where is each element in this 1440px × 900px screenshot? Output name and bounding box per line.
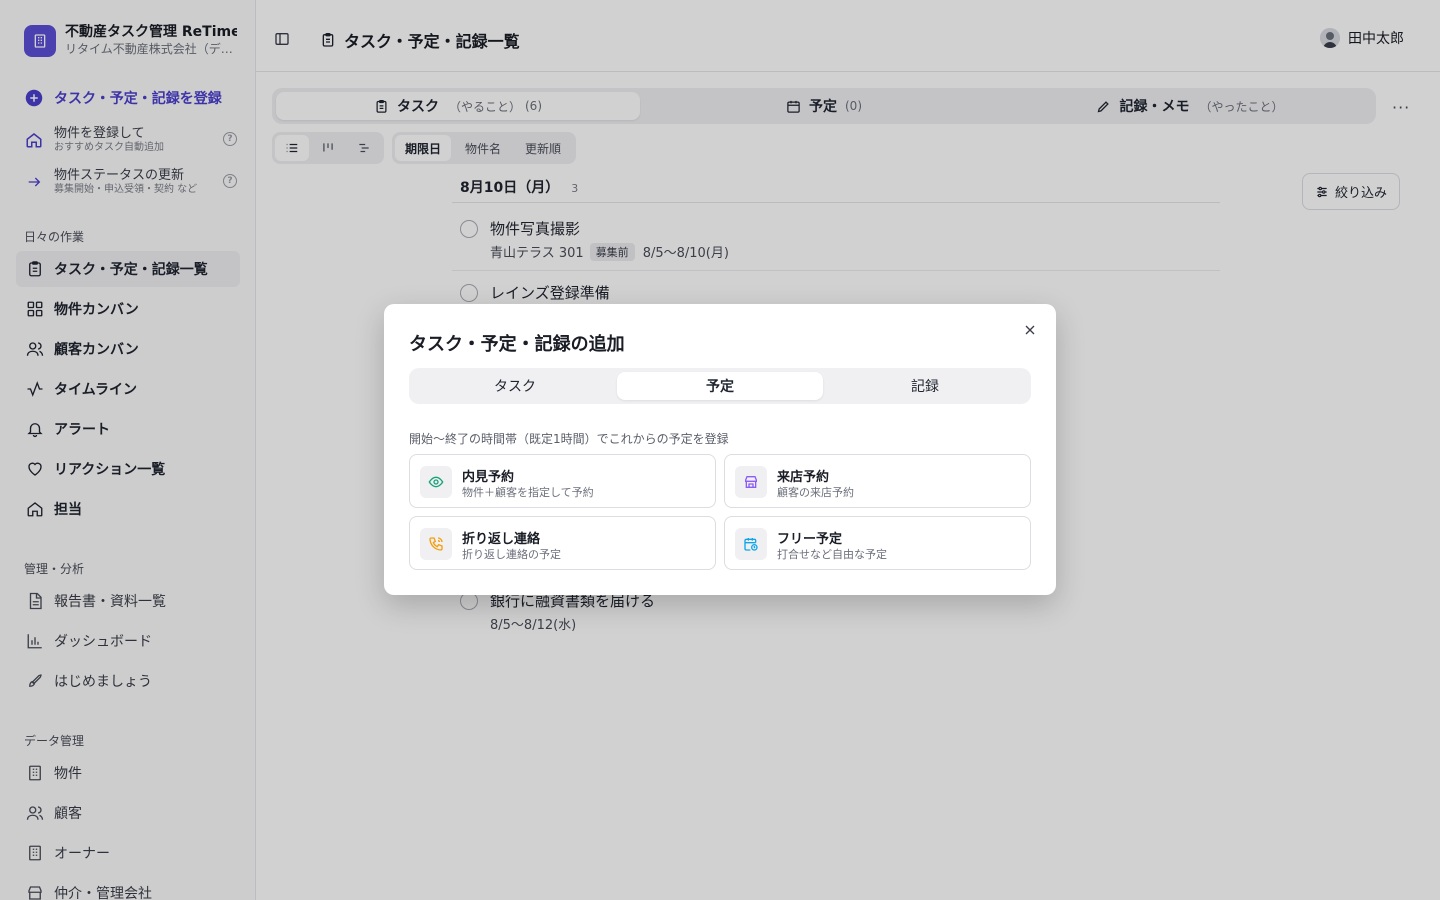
dialog-tab-record[interactable]: 記録 [822,372,1028,400]
viewing-reservation-card[interactable]: 内見予約 物件＋顧客を指定して予約 [409,454,716,508]
visit-reservation-card[interactable]: 来店予約 顧客の来店予約 [724,454,1031,508]
store-icon [735,466,767,498]
free-schedule-card[interactable]: フリー予定 打合せなど自由な予定 [724,516,1031,570]
add-entry-dialog: タスク・予定・記録の追加 タスク 予定 記録 開始〜終了の時間帯（既定1時間）で… [384,304,1056,595]
dialog-tab-task[interactable]: タスク [412,372,618,400]
phone-icon [420,528,452,560]
callback-card[interactable]: 折り返し連絡 折り返し連絡の予定 [409,516,716,570]
calendar-clock-icon [735,528,767,560]
eye-icon [420,466,452,498]
dialog-tabs: タスク 予定 記録 [409,368,1031,404]
dialog-title: タスク・予定・記録の追加 [409,334,625,355]
close-icon[interactable] [1022,322,1038,338]
dialog-tab-schedule[interactable]: 予定 [617,372,823,400]
dialog-hint: 開始〜終了の時間帯（既定1時間）でこれからの予定を登録 [409,432,729,446]
